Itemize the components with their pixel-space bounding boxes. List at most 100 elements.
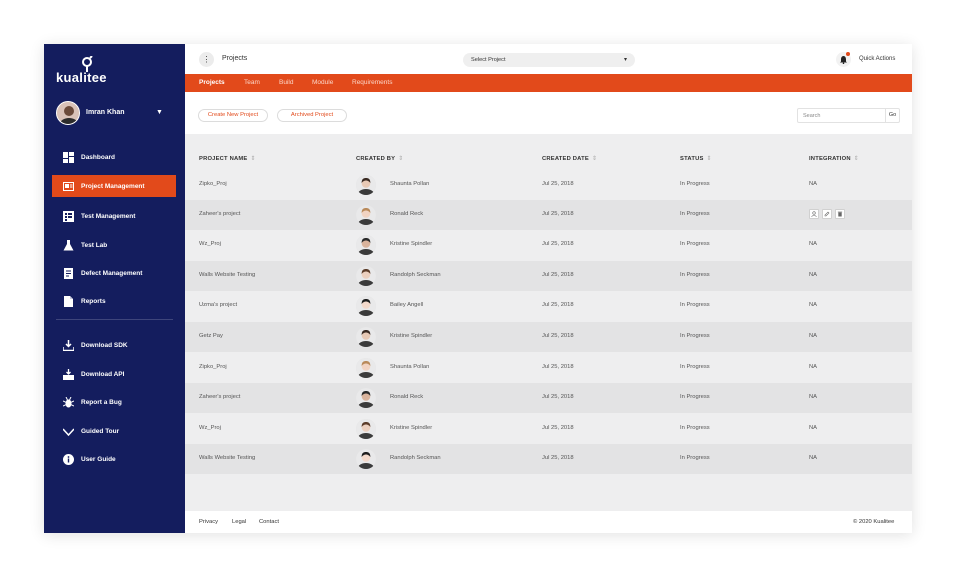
page-title: Projects	[222, 55, 248, 62]
tab-projects[interactable]: Projects	[199, 79, 225, 86]
created-date: Jul 25, 2018	[542, 394, 574, 400]
status: In Progress	[680, 455, 710, 461]
table-row[interactable]: Zipko_Proj Shaunta Pollan Jul 25, 2018 In P…	[185, 353, 912, 383]
table-row[interactable]: Wz_Proj Kristine Spindler Jul 25, 2018 In P…	[185, 230, 912, 260]
sidebar-item-label: Project Management	[81, 182, 145, 190]
project-name[interactable]: Uzma's project	[199, 302, 237, 308]
column-header-status[interactable]: STATUS ⇕	[680, 156, 712, 162]
column-header-project-name[interactable]: PROJECT NAME ⇕	[199, 156, 256, 162]
tab-build[interactable]: Build	[279, 79, 293, 86]
more-vertical-icon[interactable]: ⋮	[199, 52, 214, 67]
footer-link-privacy[interactable]: Privacy	[199, 519, 218, 525]
tab-requirements[interactable]: Requirements	[352, 79, 392, 86]
created-date: Jul 25, 2018	[542, 241, 574, 247]
bug-icon	[62, 396, 74, 408]
table-row[interactable]: Zipko_Proj Shaunta Pollan Jul 25, 2018 In P…	[185, 170, 912, 200]
copyright: © 2020 Kualitee	[853, 519, 895, 525]
project-management-icon	[62, 180, 74, 192]
tab-bar: Projects Team Build Module Requirements	[185, 74, 912, 92]
reports-icon	[62, 295, 74, 307]
sidebar-item-user-guide[interactable]: User Guide	[52, 448, 176, 470]
created-date: Jul 25, 2018	[542, 302, 574, 308]
status: In Progress	[680, 364, 710, 370]
create-project-button[interactable]: Create New Project	[198, 109, 268, 122]
table-row[interactable]: Zaheer's project Ronald Reck Jul 25, 2018 I…	[185, 200, 912, 230]
sidebar-item-label: Defect Management	[81, 269, 143, 277]
tab-module[interactable]: Module	[312, 79, 333, 86]
footer-link-legal[interactable]: Legal	[232, 519, 246, 525]
project-name[interactable]: Getz Pay	[199, 333, 223, 339]
search-go-button[interactable]: Go	[885, 109, 899, 122]
created-date: Jul 25, 2018	[542, 272, 574, 278]
creator-avatar	[356, 296, 376, 316]
project-name[interactable]: Zipko_Proj	[199, 364, 227, 370]
integration: NA	[809, 272, 818, 278]
project-name[interactable]: Walls Website Testing	[199, 272, 255, 278]
sort-icon: ⇕	[591, 156, 598, 162]
created-by: Randolph Seckman	[390, 455, 441, 461]
user-profile[interactable]: Imran Khan ▼	[56, 101, 176, 127]
sidebar-item-download-api[interactable]: Download API	[52, 363, 176, 385]
footer-link-contact[interactable]: Contact	[259, 519, 279, 525]
sidebar-item-project-management[interactable]: Project Management	[52, 175, 176, 197]
search-input[interactable]	[798, 109, 885, 122]
table-row[interactable]: Wz_Proj Kristine Spindler Jul 25, 2018 In P…	[185, 414, 912, 444]
creator-avatar	[356, 388, 376, 408]
sidebar-item-defect-management[interactable]: Defect Management	[52, 262, 176, 284]
bell-icon[interactable]	[836, 52, 851, 67]
status: In Progress	[680, 333, 710, 339]
quick-actions-link[interactable]: Quick Actions	[859, 56, 895, 62]
sidebar-item-dashboard[interactable]: Dashboard	[52, 146, 176, 168]
sidebar-item-label: Dashboard	[81, 153, 115, 161]
sidebar-item-download-sdk[interactable]: Download SDK	[52, 334, 176, 356]
sidebar-item-reports[interactable]: Reports	[52, 290, 176, 312]
created-by: Kristine Spindler	[390, 333, 433, 339]
sidebar-item-guided-tour[interactable]: Guided Tour	[52, 420, 176, 442]
sidebar-item-test-lab[interactable]: Test Lab	[52, 234, 176, 256]
download-icon	[62, 339, 74, 351]
action-bar: Create New Project Archived Project Go	[185, 92, 912, 134]
select-project-dropdown[interactable]: Select Project ▾	[463, 53, 635, 67]
created-by: Kristine Spindler	[390, 425, 433, 431]
project-name[interactable]: Zipko_Proj	[199, 181, 227, 187]
column-header-created-by[interactable]: CREATED BY ⇕	[356, 156, 403, 162]
project-name[interactable]: Zaheer's project	[199, 211, 240, 217]
project-name[interactable]: Wz_Proj	[199, 425, 221, 431]
creator-avatar	[356, 358, 376, 378]
sidebar-item-label: Download SDK	[81, 341, 128, 349]
user-avatar	[56, 101, 80, 125]
creator-avatar	[356, 205, 376, 225]
table-row[interactable]: Uzma's project Bailey Angell Jul 25, 2018 I…	[185, 291, 912, 321]
created-by: Shaunta Pollan	[390, 181, 430, 187]
creator-avatar	[356, 175, 376, 195]
user-icon[interactable]	[809, 209, 819, 219]
table-row[interactable]: Walls Website Testing Randolph Seckman Jul…	[185, 261, 912, 291]
sort-icon: ⇕	[250, 156, 256, 162]
logo[interactable]: kualitee	[56, 56, 116, 86]
sidebar-item-label: Test Management	[81, 212, 136, 220]
integration: NA	[809, 455, 818, 461]
logo-text: kualitee	[56, 70, 107, 85]
caret-down-icon[interactable]: ▼	[156, 109, 163, 116]
project-name[interactable]: Zaheer's project	[199, 394, 240, 400]
column-header-created-date[interactable]: CREATED DATE ⇕	[542, 156, 597, 162]
table-row[interactable]: Getz Pay Kristine Spindler Jul 25, 2018 In …	[185, 322, 912, 352]
sidebar-divider	[56, 319, 173, 320]
tab-team[interactable]: Team	[244, 79, 260, 86]
project-name[interactable]: Wz_Proj	[199, 241, 221, 247]
integration: NA	[809, 425, 818, 431]
column-header-integration[interactable]: INTEGRATION ⇕	[809, 156, 859, 162]
created-by: Ronald Reck	[390, 394, 424, 400]
top-bar: ⋮ Projects Select Project ▾ Quick Action…	[185, 44, 912, 74]
creator-avatar	[356, 266, 376, 286]
archived-project-button[interactable]: Archived Project	[277, 109, 347, 122]
edit-icon[interactable]	[822, 209, 832, 219]
sidebar-item-report-bug[interactable]: Report a Bug	[52, 391, 176, 413]
table-row[interactable]: Zaheer's project Ronald Reck Jul 25, 2018 I…	[185, 383, 912, 413]
project-name[interactable]: Walls Website Testing	[199, 455, 255, 461]
sidebar-item-test-management[interactable]: Test Management	[52, 205, 176, 227]
table-row[interactable]: Walls Website Testing Randolph Seckman Jul…	[185, 444, 912, 474]
api-download-icon	[62, 368, 74, 380]
sidebar-item-label: Guided Tour	[81, 427, 120, 435]
trash-icon[interactable]	[835, 209, 845, 219]
